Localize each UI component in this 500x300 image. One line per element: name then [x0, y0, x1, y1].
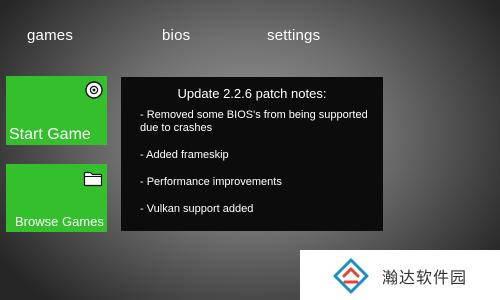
disc-icon: [85, 81, 103, 104]
browse-games-tile[interactable]: Browse Games: [6, 164, 107, 232]
start-game-tile[interactable]: Start Game: [6, 76, 107, 145]
patch-notes-title: Update 2.2.6 patch notes:: [177, 86, 327, 101]
folder-icon: [83, 169, 103, 192]
top-navigation: games bios settings: [0, 0, 500, 60]
watermark-text: 瀚达软件园: [382, 268, 468, 287]
list-item: - Vulkan support added: [140, 203, 254, 215]
tab-games[interactable]: games: [27, 27, 73, 44]
patch-notes-list: - Removed some BIOS's from being support…: [140, 109, 376, 230]
browse-games-label: Browse Games: [15, 214, 104, 229]
list-item: - Added frameskip: [140, 149, 229, 161]
start-game-label: Start Game: [9, 126, 91, 143]
tab-settings[interactable]: settings: [267, 27, 320, 44]
patch-notes-panel: Update 2.2.6 patch notes: - Removed some…: [121, 77, 383, 231]
watermark-logo-icon: [332, 257, 370, 300]
tab-bios[interactable]: bios: [162, 27, 190, 44]
list-item: - Removed some BIOS's from being support…: [140, 109, 368, 134]
list-item: - Performance improvements: [140, 176, 282, 188]
watermark: 瀚达软件园: [300, 250, 500, 300]
